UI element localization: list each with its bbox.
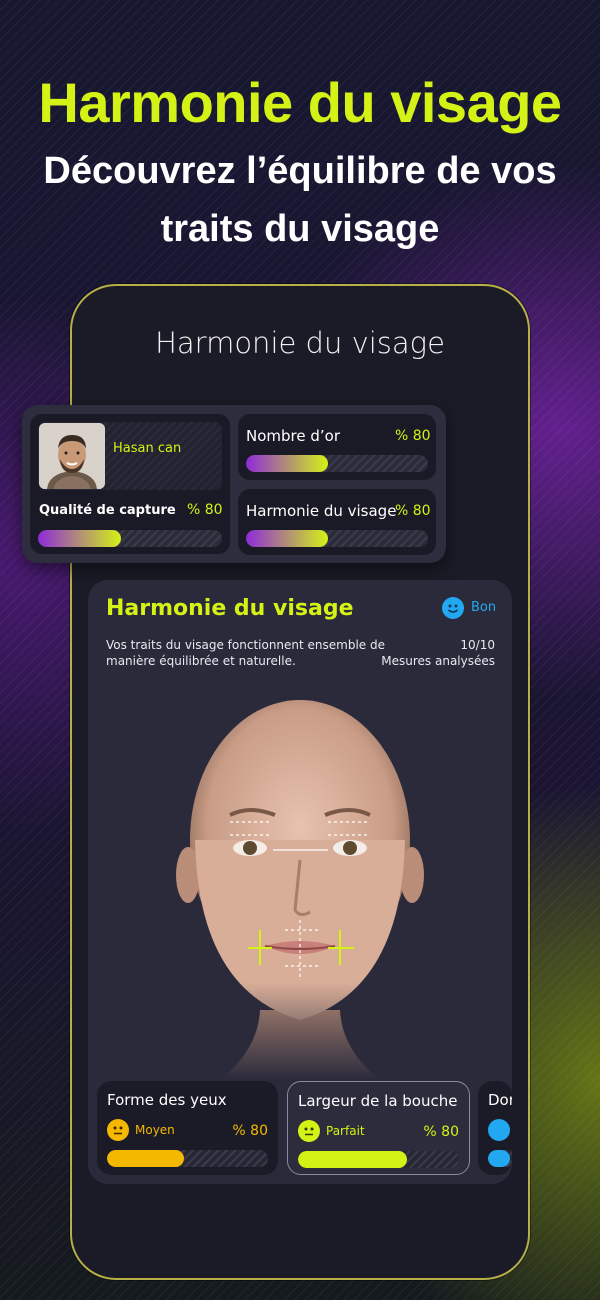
face-illustration xyxy=(150,690,450,1080)
face-harmony-pct: % 80 xyxy=(395,503,431,519)
metric-fill xyxy=(107,1150,185,1167)
screen-title: Harmonie du visage xyxy=(155,326,445,360)
capture-quality-pct: % 80 xyxy=(187,502,223,518)
neutral-face-icon xyxy=(107,1119,129,1141)
metric-fill xyxy=(298,1151,408,1168)
metric-pct: % 80 xyxy=(423,1124,459,1140)
face-harmony-label: Harmonie du visage xyxy=(246,502,397,520)
face-harmony-fill xyxy=(246,530,328,547)
golden-ratio-pct: % 80 xyxy=(395,428,431,444)
metric-fill xyxy=(488,1150,510,1167)
metric-title: Largeur de la bouche xyxy=(298,1092,458,1110)
metric-title: Dor xyxy=(488,1091,512,1109)
rating-label: Bon xyxy=(471,600,497,615)
metric-title: Forme des yeux xyxy=(107,1091,227,1109)
analysis-description: Vos traits du visage fonctionnent ensemb… xyxy=(106,638,386,668)
smile-face-icon xyxy=(488,1119,510,1141)
metric-status: Parfait xyxy=(326,1124,365,1138)
face-harmony-bar xyxy=(246,530,428,547)
smile-face-icon xyxy=(442,597,464,619)
golden-ratio-bar xyxy=(246,455,428,472)
measure-count-value: 10/10 xyxy=(460,638,495,652)
golden-ratio-label: Nombre d’or xyxy=(246,427,340,445)
avatar xyxy=(39,423,105,489)
neutral-face-icon xyxy=(298,1120,320,1142)
golden-ratio-fill xyxy=(246,455,328,472)
subheadline: Découvrez l’équilibre de vos traits du v… xyxy=(43,150,557,250)
metric-card-mouth-width[interactable]: Largeur de la bouche Parfait % 80 xyxy=(287,1081,470,1175)
measure-count-label: Mesures analysées xyxy=(381,654,495,668)
metric-bar xyxy=(488,1150,512,1167)
profile-name: Hasan can xyxy=(113,441,182,456)
analysis-title: Harmonie du visage xyxy=(106,596,354,621)
metric-status: Moyen xyxy=(135,1123,175,1137)
headline: Harmonie du visage xyxy=(38,71,562,134)
capture-quality-label: Qualité de capture xyxy=(39,503,176,518)
capture-quality-fill xyxy=(38,530,121,547)
metric-bar xyxy=(107,1150,268,1167)
measure-count: 10/10 Mesures analysées xyxy=(380,637,495,669)
metric-pct: % 80 xyxy=(232,1123,268,1139)
rating-badge: Bon xyxy=(442,597,502,619)
metric-card-partial[interactable]: Dor xyxy=(478,1081,512,1175)
capture-quality-bar xyxy=(38,530,222,547)
metric-card-eye-shape[interactable]: Forme des yeux Moyen % 80 xyxy=(97,1081,278,1175)
metric-bar xyxy=(298,1151,459,1168)
